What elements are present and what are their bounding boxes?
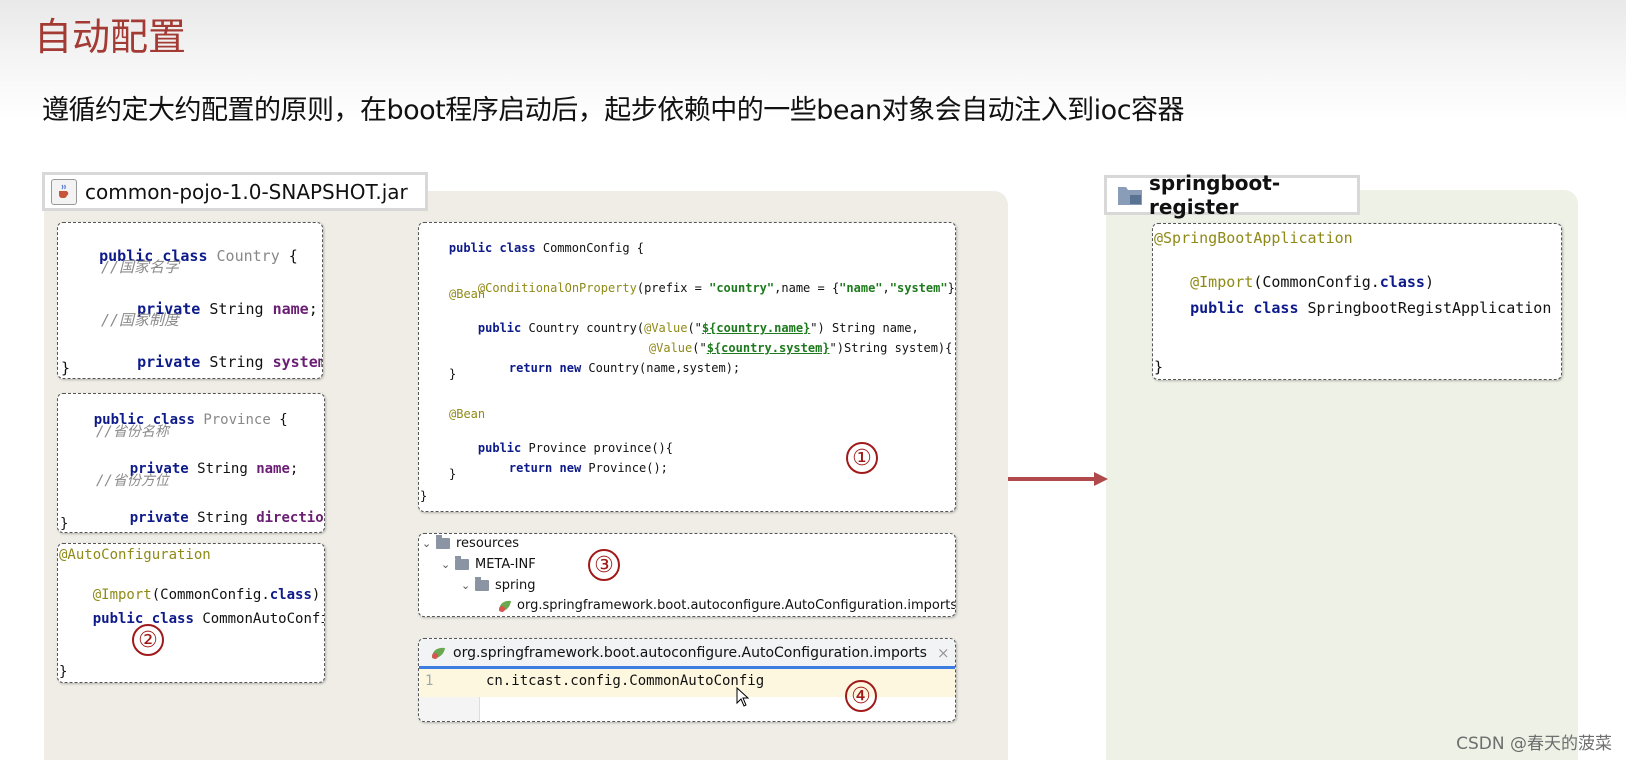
type-string: String (209, 300, 264, 318)
auto-config-class-code: @AutoConfiguration @Import(CommonConfig.… (57, 543, 325, 683)
marker-3: ③ (588, 549, 620, 581)
tree-item-resources[interactable]: ⌄ resources (422, 535, 520, 551)
province-return: Province(); (588, 461, 668, 475)
marker-1: ① (846, 442, 878, 474)
tree-item-meta-inf[interactable]: ⌄ META-INF (441, 556, 536, 572)
resources-tree: ⌄ resources ⌄ META-INF ⌄ spring org.springf… (418, 533, 956, 617)
close-brace: } (61, 359, 71, 377)
code-comment: //省份名称 (96, 424, 169, 440)
register-application-code: @SpringBootApplication @Import(CommonCon… (1152, 223, 1562, 380)
chevron-down-icon[interactable]: ⌄ (441, 558, 455, 571)
marker-4: ④ (845, 680, 877, 712)
province-class-code: public class Province { //省份名称 private S… (57, 393, 325, 533)
class-name: Country (216, 247, 280, 265)
class-name: Province (203, 412, 271, 428)
mouse-cursor-icon (736, 687, 750, 707)
country-return: Country(name,system); (588, 361, 741, 375)
tab-label: org.springframework.boot.autoconfigure.A… (453, 644, 927, 661)
spring-leaf-icon (499, 600, 511, 612)
project-label: springboot-register (1104, 171, 1360, 219)
type-string: String (197, 510, 248, 526)
code-comment: //国家名字 (101, 258, 180, 276)
chevron-down-icon[interactable]: ⌄ (422, 537, 436, 550)
kw-public: public (477, 321, 522, 335)
open-brace: { (279, 412, 288, 428)
field-system: system (272, 353, 323, 371)
close-brace: } (449, 367, 457, 381)
kw-private: private (129, 510, 189, 526)
chevron-down-icon[interactable]: ⌄ (461, 579, 475, 592)
folder-icon (475, 577, 489, 591)
marker-2: ② (132, 624, 164, 656)
param-system: String system){ (844, 341, 953, 355)
country-class-code: public class Country { //国家名字 private St… (57, 222, 323, 379)
conditional-name-key: ,name = { (774, 281, 840, 295)
kw-class: class (151, 611, 194, 627)
tree-item-label: spring (495, 578, 536, 593)
tree-item-imports-file[interactable]: org.springframework.boot.autoconfigure.A… (497, 598, 956, 613)
class-declaration: SpringbootRegistApplication { (1307, 299, 1562, 317)
field-name: name (272, 300, 309, 318)
watermark: CSDN @春天的菠菜 (1456, 734, 1612, 754)
kw-new: new (559, 461, 582, 475)
conditional-prefix-val: "country" (709, 281, 775, 295)
open-brace: { (288, 247, 298, 265)
type-string: String (209, 353, 264, 371)
tree-item-spring[interactable]: ⌄ spring (461, 577, 536, 593)
imports-file-editor: org.springframework.boot.autoconfigure.A… (418, 638, 956, 722)
folder-icon (436, 535, 450, 549)
conditional-prefix-key: (prefix = (636, 281, 710, 295)
close-brace: } (420, 489, 428, 503)
class-declaration: CommonConfig { (542, 241, 645, 255)
code-comment: //省份方位 (96, 473, 169, 489)
annotation-bean: @Bean (449, 407, 486, 421)
kw-private: private (137, 353, 201, 371)
class-declaration: CommonAutoConfig { (202, 611, 325, 627)
common-config-class-code: public class CommonConfig { @Conditional… (418, 222, 956, 512)
close-brace: } (1154, 358, 1164, 376)
kw-return: return (508, 461, 553, 475)
line-content: cn.itcast.config.CommonAutoConfig (486, 673, 765, 689)
conditional-name-val2: "system" (889, 281, 948, 295)
code-comment: //国家制度 (101, 311, 180, 329)
field-direction: direction (256, 510, 325, 526)
kw-public: public (92, 611, 144, 627)
jar-label: common-pojo-1.0-SNAPSHOT.jar (42, 172, 428, 211)
kw-public: public (448, 241, 493, 255)
project-name: springboot-register (1149, 171, 1281, 219)
type-string: String (197, 461, 248, 477)
tree-item-label: resources (456, 536, 520, 551)
slide-title: 自动配置 (34, 15, 187, 59)
module-folder-icon (1117, 184, 1143, 206)
annotation-auto-configuration: @AutoConfiguration (59, 547, 211, 563)
close-brace: } (59, 664, 68, 680)
annotation-conditional: @ConditionalOnProperty (477, 281, 637, 295)
conditional-name-val1: "name" (839, 281, 883, 295)
line-number: 1 (425, 673, 434, 689)
kw-public: public (1190, 299, 1245, 317)
kw-class: class (499, 241, 536, 255)
tree-item-label: org.springframework.boot.autoconfigure.A… (517, 598, 956, 613)
flow-arrow (1008, 472, 1108, 486)
close-icon[interactable]: × (937, 644, 950, 662)
tab-imports-file[interactable]: org.springframework.boot.autoconfigure.A… (419, 639, 955, 669)
kw-class: class (1253, 299, 1299, 317)
close-brace: } (449, 467, 457, 481)
close-brace: } (60, 516, 69, 532)
annotation-springboot-application: @SpringBootApplication (1154, 229, 1353, 247)
tree-item-label: META-INF (475, 557, 536, 572)
spring-leaf-icon (432, 647, 445, 659)
folder-icon (455, 556, 469, 570)
jar-name: common-pojo-1.0-SNAPSHOT.jar (85, 179, 408, 204)
kw-return: return (508, 361, 553, 375)
conditional-end: }) (947, 281, 955, 295)
slide-subtitle: 遵循约定大约配置的原则，在boot程序启动后，起步依赖中的一些bean对象会自动… (42, 95, 1185, 126)
java-cup-icon (51, 178, 77, 205)
annotation-bean: @Bean (449, 287, 486, 301)
field-name: name (256, 461, 290, 477)
kw-new: new (559, 361, 582, 375)
